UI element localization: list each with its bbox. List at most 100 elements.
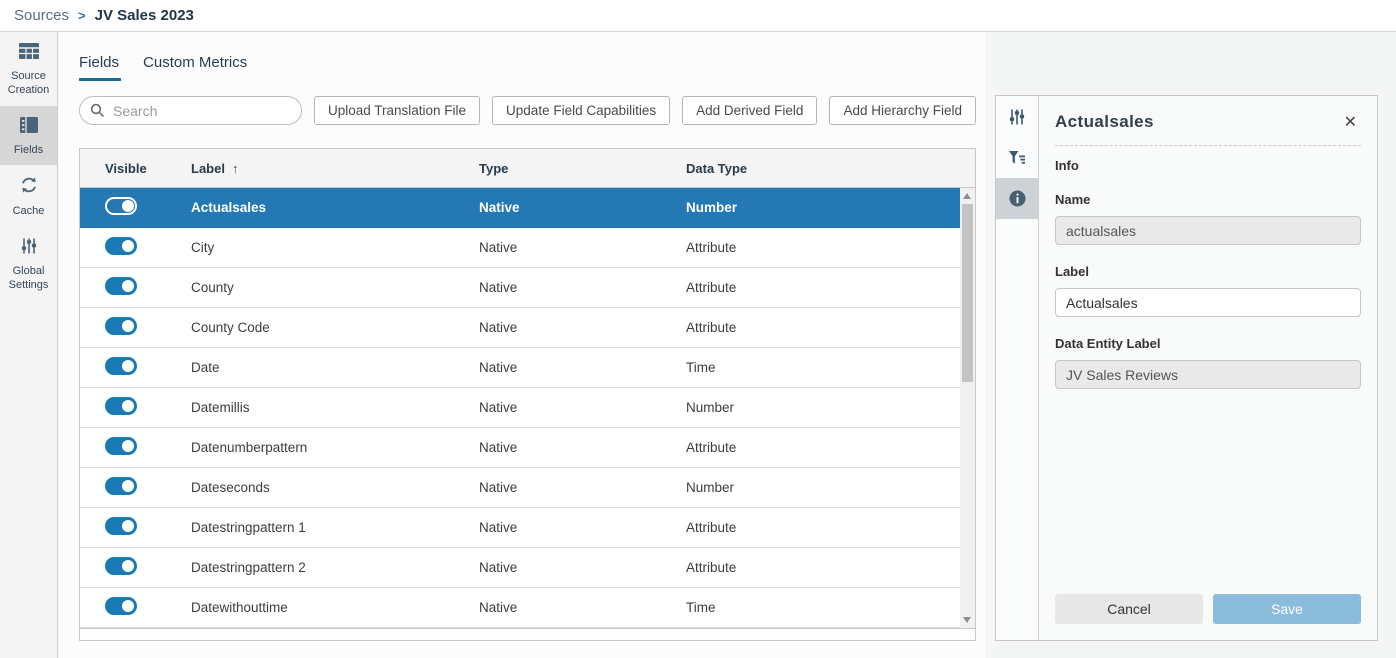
visible-toggle[interactable] [105,197,137,215]
scroll-down-arrow-icon[interactable] [963,617,971,623]
sliders-icon [20,237,38,260]
visible-toggle[interactable] [105,237,137,255]
add-hierarchy-field-button[interactable]: Add Hierarchy Field [829,96,976,125]
visible-toggle[interactable] [105,597,137,615]
sidebar-item-source-creation[interactable]: Source Creation [0,32,57,106]
field-type: Native [479,240,686,255]
field-detail-panel: Actualsales ✕ Info NameLabelData Entity … [995,95,1378,641]
field-data-type: Number [686,480,960,495]
horizontal-scrollbar[interactable] [80,628,975,640]
table-row[interactable]: ActualsalesNativeNumber [80,188,960,228]
table-row[interactable]: DatemillisNativeNumber [80,388,960,428]
field-label: County [191,280,479,295]
toggle-knob [122,320,134,332]
update-field-capabilities-button[interactable]: Update Field Capabilities [492,96,670,125]
field-data-type: Attribute [686,440,960,455]
table-row[interactable]: CountyNativeAttribute [80,268,960,308]
field-form-label: Data Entity Label [1055,336,1361,351]
sliders-icon [1008,108,1026,126]
column-header-type[interactable]: Type [479,161,686,176]
sidebar-item-cache[interactable]: Cache [0,165,57,227]
info-section-label: Info [1055,158,1361,173]
column-header-label[interactable]: Label↑ [191,161,479,176]
page-title: JV Sales 2023 [95,7,194,24]
breadcrumb-sources-link[interactable]: Sources [14,7,69,24]
toggle-knob [122,440,134,452]
field-form-input [1055,216,1361,245]
field-type: Native [479,600,686,615]
field-type: Native [479,440,686,455]
top-bar: Sources > JV Sales 2023 [0,0,1396,32]
scroll-up-arrow-icon[interactable] [963,193,971,199]
cancel-button[interactable]: Cancel [1055,594,1203,624]
tab-custom-metrics[interactable]: Custom Metrics [143,54,247,71]
field-label: Datewithouttime [191,600,479,615]
toggle-knob [122,520,134,532]
column-header-data-type[interactable]: Data Type [686,161,960,176]
toggle-knob [122,560,134,572]
field-form-input [1055,360,1361,389]
visible-toggle[interactable] [105,517,137,535]
field-type: Native [479,320,686,335]
field-type: Native [479,560,686,575]
toggle-knob [122,240,134,252]
sync-icon [19,175,39,200]
field-form-label: Name [1055,192,1361,207]
visible-toggle[interactable] [105,557,137,575]
field-label: County Code [191,320,479,335]
vertical-scrollbar[interactable] [960,188,975,628]
scrollbar-thumb[interactable] [962,204,973,382]
sidebar-item-label: Global Settings [2,265,55,293]
field-type: Native [479,360,686,375]
upload-translation-file-button[interactable]: Upload Translation File [314,96,480,125]
table-row[interactable]: County CodeNativeAttribute [80,308,960,348]
field-label: Dateseconds [191,480,479,495]
visible-toggle[interactable] [105,397,137,415]
visible-toggle[interactable] [105,477,137,495]
search-input[interactable] [79,96,302,125]
close-icon[interactable]: ✕ [1340,112,1361,132]
field-label: Datestringpattern 1 [191,520,479,535]
field-label: Datemillis [191,400,479,415]
table-row[interactable]: DatewithouttimeNativeTime [80,588,960,628]
info-tool-button[interactable] [996,178,1038,219]
filter-tool-button[interactable] [996,137,1038,178]
info-icon [1008,189,1027,208]
tab-bar: Fields Custom Metrics [79,54,271,71]
sidebar-item-label: Fields [14,144,43,158]
field-data-type: Attribute [686,280,960,295]
table-row[interactable]: DatenumberpatternNativeAttribute [80,428,960,468]
table-row[interactable]: CityNativeAttribute [80,228,960,268]
filter-icon [1008,150,1026,166]
column-header-visible[interactable]: Visible [80,161,191,176]
tab-fields[interactable]: Fields [79,54,119,71]
search-icon [90,103,105,118]
field-form-input[interactable] [1055,288,1361,317]
visible-toggle[interactable] [105,277,137,295]
toggle-knob [122,400,134,412]
visible-toggle[interactable] [105,317,137,335]
sidebar-item-global-settings[interactable]: Global Settings [0,227,57,301]
breadcrumb-separator: > [78,8,86,23]
add-derived-field-button[interactable]: Add Derived Field [682,96,817,125]
field-type: Native [479,280,686,295]
sliders-tool-button[interactable] [996,96,1038,137]
table-row[interactable]: Datestringpattern 1NativeAttribute [80,508,960,548]
toggle-knob [122,280,134,292]
sidebar-item-fields[interactable]: Fields [0,106,57,166]
field-label: Date [191,360,479,375]
visible-toggle[interactable] [105,437,137,455]
field-label: Actualsales [191,200,479,215]
table-row[interactable]: DateNativeTime [80,348,960,388]
table-row[interactable]: Datestringpattern 2NativeAttribute [80,548,960,588]
toggle-knob [122,200,134,212]
save-button[interactable]: Save [1213,594,1361,624]
table-row[interactable]: DatesecondsNativeNumber [80,468,960,508]
fields-icon [19,116,39,139]
sidebar-item-label: Cache [13,205,45,219]
panel-title: Actualsales [1055,112,1154,132]
field-data-type: Attribute [686,320,960,335]
visible-toggle[interactable] [105,357,137,375]
field-data-type: Attribute [686,520,960,535]
field-data-type: Attribute [686,560,960,575]
